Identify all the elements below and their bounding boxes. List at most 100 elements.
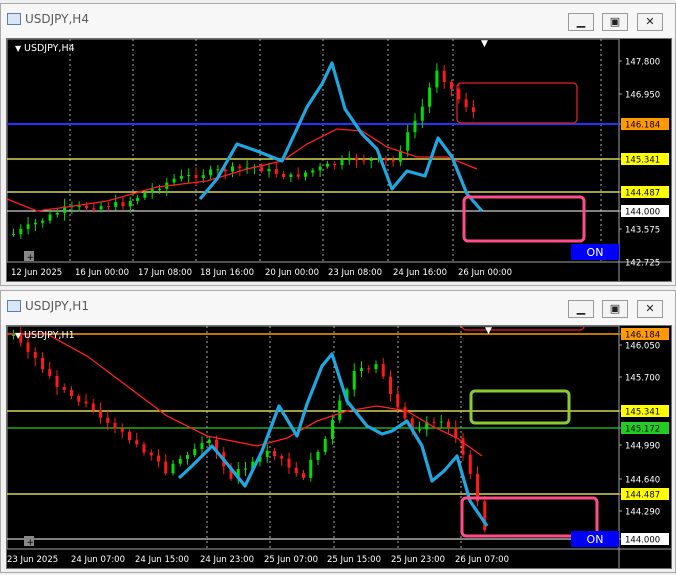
candle-body bbox=[304, 172, 307, 177]
candle-body bbox=[171, 463, 175, 474]
candle-body bbox=[289, 174, 293, 177]
candle-body bbox=[331, 419, 334, 439]
shift-marker-icon[interactable]: ▼ bbox=[481, 39, 488, 49]
candle-body bbox=[179, 176, 183, 179]
candle-body bbox=[325, 163, 329, 167]
annotation-rectangle[interactable] bbox=[469, 389, 571, 425]
minimize-button[interactable]: ▁ bbox=[568, 300, 594, 318]
maximize-button[interactable]: ▣ bbox=[602, 13, 628, 31]
candle-body bbox=[26, 224, 30, 229]
price-tick-label: 145.700 bbox=[625, 374, 660, 384]
candle-body bbox=[209, 169, 213, 176]
window-titlebar[interactable]: USDJPY,H4 ▁ ▣ ✕ bbox=[1, 4, 675, 38]
candle-body bbox=[91, 403, 95, 411]
candle-body bbox=[391, 160, 395, 162]
candle-body bbox=[99, 410, 102, 418]
candle-body bbox=[114, 202, 118, 207]
on-button-label: ON bbox=[587, 246, 604, 259]
candle-body bbox=[84, 401, 88, 404]
close-button[interactable]: ✕ bbox=[637, 300, 663, 318]
candle-body bbox=[471, 107, 475, 112]
candle-body bbox=[238, 166, 242, 169]
candle-body bbox=[201, 175, 205, 178]
candle-body bbox=[374, 364, 378, 370]
zigzag-line[interactable] bbox=[198, 61, 484, 213]
candle-body bbox=[338, 400, 342, 420]
candle-body bbox=[442, 70, 446, 82]
candle-body bbox=[367, 368, 371, 370]
time-tick-label: 26 Jun 07:00 bbox=[455, 555, 509, 565]
candle-body bbox=[406, 132, 410, 151]
price-tick-label: 144.640 bbox=[625, 476, 660, 486]
price-tick-label: 146.050 bbox=[625, 342, 660, 352]
symbol-label: USDJPY,H4 bbox=[24, 43, 75, 54]
candle-body bbox=[48, 214, 52, 221]
chart-area-h1[interactable]: ▼ USDJPY,H1 ▼ + ON 146.184 146.050 145.700… bbox=[6, 311, 672, 569]
candle-body bbox=[369, 159, 373, 161]
candle-body bbox=[157, 455, 160, 462]
window-titlebar[interactable]: USDJPY,H1 ▁ ▣ ✕ bbox=[1, 291, 675, 325]
price-tick-label: 143.575 bbox=[625, 226, 660, 236]
candle-body bbox=[26, 342, 30, 352]
candle-body bbox=[136, 197, 140, 202]
candle-body bbox=[150, 189, 154, 193]
candle-body bbox=[274, 168, 278, 174]
on-button-label: ON bbox=[587, 533, 604, 546]
candle-body bbox=[267, 168, 271, 172]
candle-body bbox=[48, 369, 52, 376]
candle-body bbox=[309, 459, 313, 478]
candle-body bbox=[207, 439, 211, 444]
time-tick-label: 26 Jun 00:00 bbox=[458, 268, 512, 278]
minimize-button[interactable]: ▁ bbox=[568, 13, 594, 31]
chart-canvas-h1[interactable]: ▼ USDJPY,H1 ▼ + ON 146.184146.050 145.700… bbox=[6, 311, 671, 568]
candle-body bbox=[282, 173, 286, 177]
svg-text:+: + bbox=[27, 253, 35, 263]
chart-canvas-h4[interactable]: ▼ USDJPY,H4 ▼ + ON 147.800 146.950 146.184… bbox=[6, 38, 671, 281]
candle-body bbox=[280, 455, 284, 459]
candle-body bbox=[403, 407, 407, 419]
price-tick-label: 147.800 bbox=[625, 58, 660, 68]
plot-frame bbox=[6, 38, 620, 263]
chart-window-icon bbox=[7, 13, 21, 25]
time-tick-label: 24 Jun 15:00 bbox=[135, 555, 189, 565]
candle-body bbox=[428, 87, 432, 107]
candle-body bbox=[12, 233, 15, 235]
chart-window-icon bbox=[7, 300, 21, 312]
candle-body bbox=[418, 429, 421, 431]
window-title: USDJPY,H4 bbox=[25, 12, 89, 26]
candle-body bbox=[70, 389, 73, 396]
candle-body bbox=[287, 458, 291, 468]
annotation-rectangle[interactable] bbox=[462, 195, 586, 243]
annotation-rectangle[interactable] bbox=[456, 82, 578, 124]
candle-body bbox=[142, 444, 146, 453]
candle-body bbox=[435, 70, 439, 88]
time-tick-label: 23 Jun 2025 bbox=[7, 555, 58, 565]
time-tick-label: 16 Jun 00:00 bbox=[75, 268, 129, 278]
label-triangle-icon: ▼ bbox=[15, 44, 22, 53]
time-tick-label: 18 Jun 16:00 bbox=[200, 268, 254, 278]
candle-body bbox=[194, 174, 198, 178]
candle-body bbox=[77, 205, 81, 207]
maximize-button[interactable]: ▣ bbox=[602, 300, 628, 318]
candle-body bbox=[200, 443, 204, 449]
candle-body bbox=[121, 202, 125, 207]
close-button[interactable]: ✕ bbox=[637, 13, 663, 31]
candle-body bbox=[381, 364, 385, 377]
price-tick-label: 142.725 bbox=[625, 259, 660, 269]
candle-body bbox=[77, 395, 81, 402]
candle-body bbox=[450, 81, 453, 89]
shift-marker-icon[interactable]: ▼ bbox=[485, 326, 492, 336]
candle-body bbox=[273, 450, 276, 456]
candle-body bbox=[294, 467, 298, 474]
candle-body bbox=[99, 206, 103, 210]
candle-body bbox=[468, 454, 472, 474]
candle-body bbox=[420, 106, 424, 121]
candle-body bbox=[33, 222, 37, 225]
candle-body bbox=[143, 192, 147, 198]
chart-area-h4[interactable]: ▼ USDJPY,H4 ▼ + ON 147.800 146.950 146.184… bbox=[6, 38, 672, 282]
time-tick-label: 24 Jun 16:00 bbox=[393, 268, 447, 278]
candle-body bbox=[55, 212, 59, 215]
candle-body bbox=[33, 351, 37, 358]
time-tick-label: 23 Jun 08:00 bbox=[328, 268, 382, 278]
annotation-rectangle[interactable] bbox=[461, 311, 585, 331]
